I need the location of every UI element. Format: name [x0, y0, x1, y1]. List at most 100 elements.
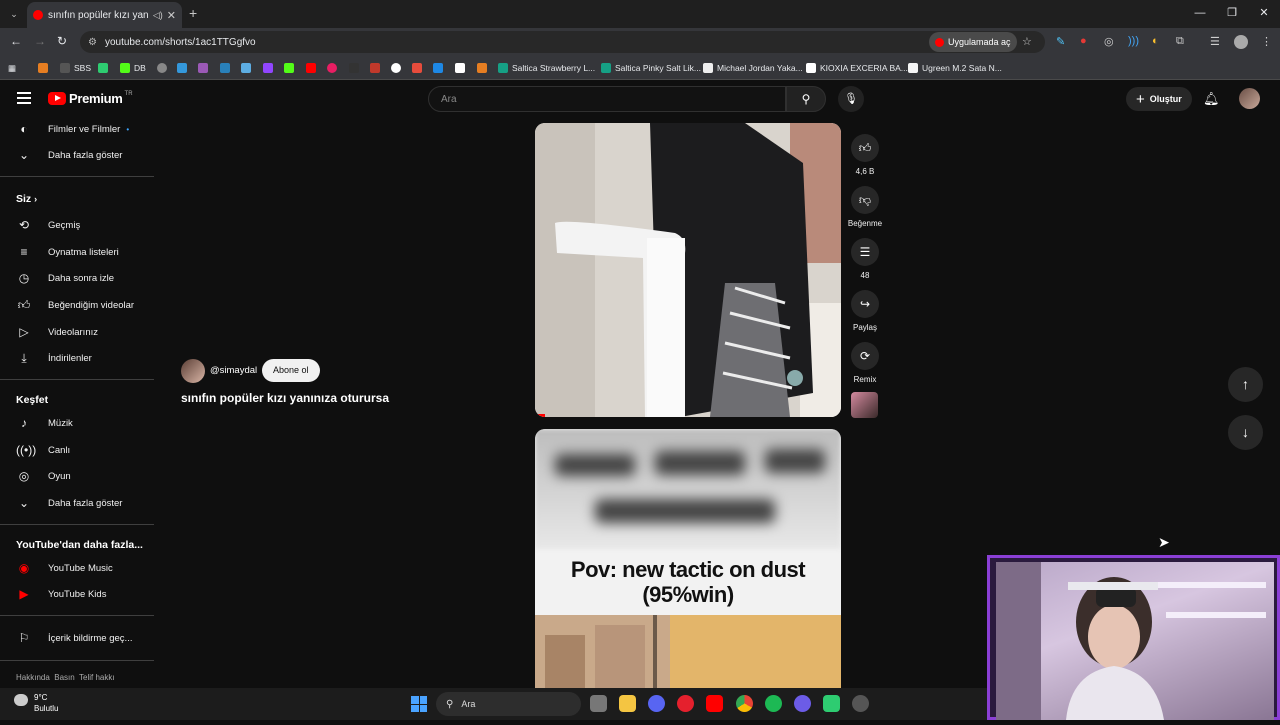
sidebar-item-music[interactable]: ♪ Müzik — [0, 410, 154, 436]
file-explorer-icon[interactable] — [619, 695, 636, 712]
like-button[interactable]: 👍︎ — [851, 134, 879, 162]
forward-icon[interactable]: → — [34, 34, 46, 48]
footer-link-press[interactable]: Basın — [54, 673, 74, 682]
profile-avatar-icon[interactable] — [1234, 35, 1248, 49]
youtube-bookmark-icon[interactable] — [306, 61, 320, 75]
notifications-bell-icon[interactable]: 🔔︎ — [1203, 91, 1220, 107]
chrome-icon[interactable] — [736, 695, 753, 712]
sidebar-item-downloads[interactable]: ⤓ İndirilenler — [0, 345, 154, 371]
footer-link-copyright[interactable]: Telif hakkı — [79, 673, 115, 682]
wifi-extension-icon[interactable]: ))) — [1128, 35, 1139, 47]
channel-avatar[interactable] — [181, 359, 205, 383]
channel-name[interactable]: @simaydal — [210, 365, 257, 376]
discord-icon[interactable] — [648, 695, 665, 712]
sidebar-item-report[interactable]: ⚐ İçerik bildirme geç... — [0, 625, 154, 651]
tab-search-button[interactable]: ⌄ — [6, 6, 22, 22]
opera-icon[interactable] — [677, 695, 694, 712]
dislike-button[interactable]: 👎︎ — [851, 186, 879, 214]
browser-tab[interactable]: sınıfın popüler kızı yanınıza ◁) ✕ — [27, 2, 182, 28]
moon-extension-icon[interactable]: ◐ — [1152, 35, 1159, 47]
kick-bookmark-icon[interactable] — [284, 61, 298, 75]
back-icon[interactable]: ← — [10, 34, 22, 48]
address-bar[interactable]: ⚙ youtube.com/shorts/1ac1TTGgfvo — [80, 31, 1045, 53]
bookmark-kioxia[interactable]: KIOXIA EXCERIA BA... — [806, 61, 908, 75]
bookmark-icon[interactable] — [433, 61, 447, 75]
sidebar-show-more[interactable]: ⌄ Daha fazla göster — [0, 142, 154, 168]
bookmark-icon[interactable] — [198, 61, 212, 75]
task-view-icon[interactable] — [590, 695, 607, 712]
previous-short-button[interactable]: ↑ — [1228, 367, 1263, 402]
bookmark-icon[interactable] — [327, 61, 341, 75]
sidebar-item-playlists[interactable]: ≡ Oynatma listeleri — [0, 239, 154, 265]
bookmark-icon[interactable] — [370, 61, 384, 75]
search-input[interactable]: Ara — [428, 86, 786, 112]
next-short-button[interactable]: ↓ — [1228, 415, 1263, 450]
sidebar-item-history[interactable]: ⟲ Geçmiş — [0, 212, 154, 238]
share-button[interactable]: ↪ — [851, 290, 879, 318]
taskbar-search[interactable]: ⚲ Ara — [436, 692, 581, 716]
bookmark-ugreen[interactable]: Ugreen M.2 Sata N... — [908, 61, 1002, 75]
sidebar-item-live[interactable]: ((•)) Canlı — [0, 437, 154, 463]
audio-source-thumbnail[interactable] — [851, 392, 878, 418]
reload-icon[interactable]: ↻ — [57, 34, 67, 48]
bookmark-icon[interactable] — [98, 61, 112, 75]
footer-link-about[interactable]: Hakkında — [16, 673, 50, 682]
new-tab-button[interactable]: + — [189, 5, 197, 21]
sidebar-item-gaming[interactable]: ◎ Oyun — [0, 463, 154, 489]
bookmark-icon[interactable] — [177, 61, 191, 75]
bookmark-icon[interactable] — [241, 61, 255, 75]
bookmark-icon[interactable] — [220, 61, 234, 75]
sidebar-show-more[interactable]: ⌄ Daha fazla göster — [0, 490, 154, 516]
sidebar-item-youtube-kids[interactable]: ▶ YouTube Kids — [0, 581, 154, 607]
bookmark-icon[interactable] — [412, 61, 426, 75]
bookmark-icon[interactable] — [38, 61, 52, 75]
youtube-taskbar-icon[interactable] — [706, 695, 723, 712]
bookmark-sbs[interactable]: SBS — [60, 61, 91, 75]
bookmark-icon[interactable] — [391, 61, 405, 75]
extension-icon[interactable]: ◎ — [1104, 35, 1114, 48]
remix-button[interactable]: ⟳ — [851, 342, 879, 370]
sidebar-item-watch-later[interactable]: ◷ Daha sonra izle — [0, 265, 154, 291]
bookmark-icon[interactable] — [349, 61, 363, 75]
bookmark-icon[interactable] — [477, 61, 491, 75]
bookmark-db[interactable]: DB — [120, 61, 146, 75]
weather-widget[interactable]: 9°C Bulutlu — [14, 692, 58, 714]
sidebar-item-liked-videos[interactable]: 👍︎ Beğendiğim videolar — [0, 292, 154, 318]
close-window-icon[interactable]: ✕ — [1248, 0, 1280, 28]
bookmark-saltica-pinky[interactable]: Saltica Pinky Salt Lik... — [601, 61, 701, 75]
bookmark-icon[interactable] — [157, 61, 171, 75]
voice-search-button[interactable]: 🎙︎ — [838, 86, 864, 112]
site-info-icon[interactable]: ⚙ — [88, 37, 97, 48]
twitch-bookmark-icon[interactable] — [263, 61, 277, 75]
x-bookmark-icon[interactable] — [455, 61, 469, 75]
close-tab-icon[interactable]: ✕ — [167, 9, 176, 22]
spotify-icon[interactable] — [765, 695, 782, 712]
browser-menu-icon[interactable]: ⋮ — [1261, 35, 1272, 48]
sidebar-item-your-videos[interactable]: ▷ Videolarınız — [0, 319, 154, 345]
sidebar-item-youtube-music[interactable]: ◉ YouTube Music — [0, 555, 154, 581]
translate-extension-icon[interactable]: ✎ — [1056, 35, 1065, 48]
reading-list-icon[interactable]: ☰ — [1210, 35, 1220, 48]
create-button[interactable]: + Oluştur — [1126, 87, 1192, 111]
settings-icon[interactable] — [852, 695, 869, 712]
bookmark-saltica-strawberry[interactable]: Saltica Strawberry L... — [498, 61, 595, 75]
extensions-puzzle-icon[interactable]: ⧉ — [1176, 35, 1184, 48]
search-button[interactable]: ⚲ — [786, 86, 826, 112]
apps-grid-icon[interactable]: ▦ — [8, 61, 16, 75]
menu-hamburger-icon[interactable] — [17, 92, 31, 104]
bookmark-star-icon[interactable]: ☆ — [1022, 35, 1032, 48]
comments-button[interactable]: ☰ — [851, 238, 879, 266]
subscribe-button[interactable]: Abone ol — [262, 359, 320, 382]
minimize-icon[interactable]: — — [1184, 0, 1216, 28]
app-icon[interactable] — [823, 695, 840, 712]
adblock-extension-icon[interactable]: ● — [1080, 35, 1087, 47]
youtube-premium-logo[interactable]: Premium TR — [48, 91, 133, 106]
account-avatar[interactable] — [1239, 88, 1260, 109]
short-video-player[interactable] — [535, 123, 841, 417]
sidebar-item-films[interactable]: ◐ Filmler ve Filmler • — [0, 117, 154, 142]
restore-icon[interactable]: ❐ — [1216, 0, 1248, 28]
next-short-video[interactable]: Pov: new tactic on dust (95%win) — [535, 429, 841, 688]
speaker-icon[interactable]: ◁) — [153, 10, 163, 21]
you-section-heading[interactable]: Siz › — [16, 193, 37, 205]
open-in-app-button[interactable]: Uygulamada aç — [929, 32, 1017, 52]
